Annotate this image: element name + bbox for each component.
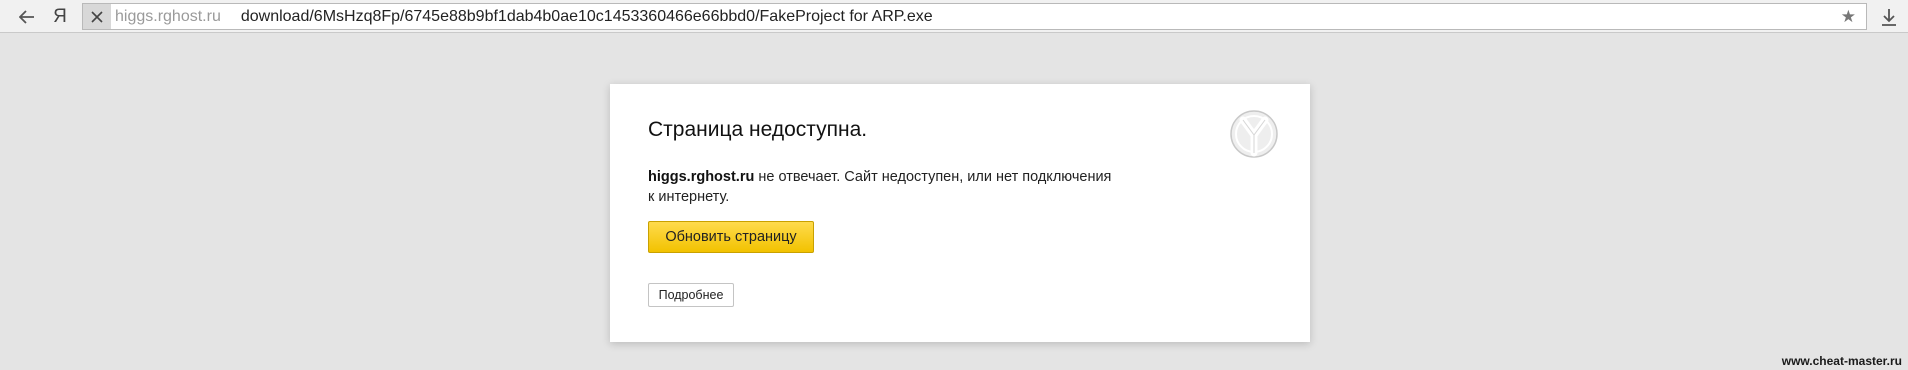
error-message-line2: к интернету. (648, 189, 730, 205)
yandex-logo-text: Я (53, 5, 67, 27)
browser-toolbar: Я higgs.rghost.ru download/6MsHzq8Fp/6745… (0, 0, 1908, 33)
url-path: download/6MsHzq8Fp/6745e88b9bf1dab4b0ae1… (240, 8, 933, 25)
downloads-button[interactable] (1876, 0, 1902, 33)
error-card: Страница недоступна. higgs.rghost.ru не … (610, 84, 1310, 342)
reload-page-button[interactable]: Обновить страницу (648, 221, 814, 253)
address-bar[interactable]: higgs.rghost.ru download/6MsHzq8Fp/6745e8… (82, 3, 1867, 30)
star-icon: ★ (1840, 7, 1856, 26)
arrow-left-icon (19, 9, 34, 24)
details-button[interactable]: Подробнее (648, 283, 734, 307)
bookmark-button[interactable]: ★ (1841, 4, 1856, 29)
error-message-line1: не отвечает. Сайт недоступен, или нет по… (754, 169, 1112, 185)
close-icon (91, 10, 103, 23)
download-icon (1882, 8, 1896, 26)
yandex-logo-button[interactable]: Я (48, 0, 72, 33)
yandex-browser-logo-icon (1230, 110, 1278, 158)
page-title: Страница недоступна. (648, 118, 868, 141)
url-host: higgs.rghost.ru (115, 8, 221, 25)
error-message: higgs.rghost.ru не отвечает. Сайт недост… (648, 167, 1148, 207)
error-host: higgs.rghost.ru (648, 169, 755, 185)
back-button[interactable] (14, 0, 40, 33)
stop-loading-button[interactable] (83, 4, 111, 29)
address-url[interactable]: higgs.rghost.ru download/6MsHzq8Fp/6745e8… (115, 4, 933, 29)
watermark: www.cheat-master.ru (1781, 354, 1902, 368)
